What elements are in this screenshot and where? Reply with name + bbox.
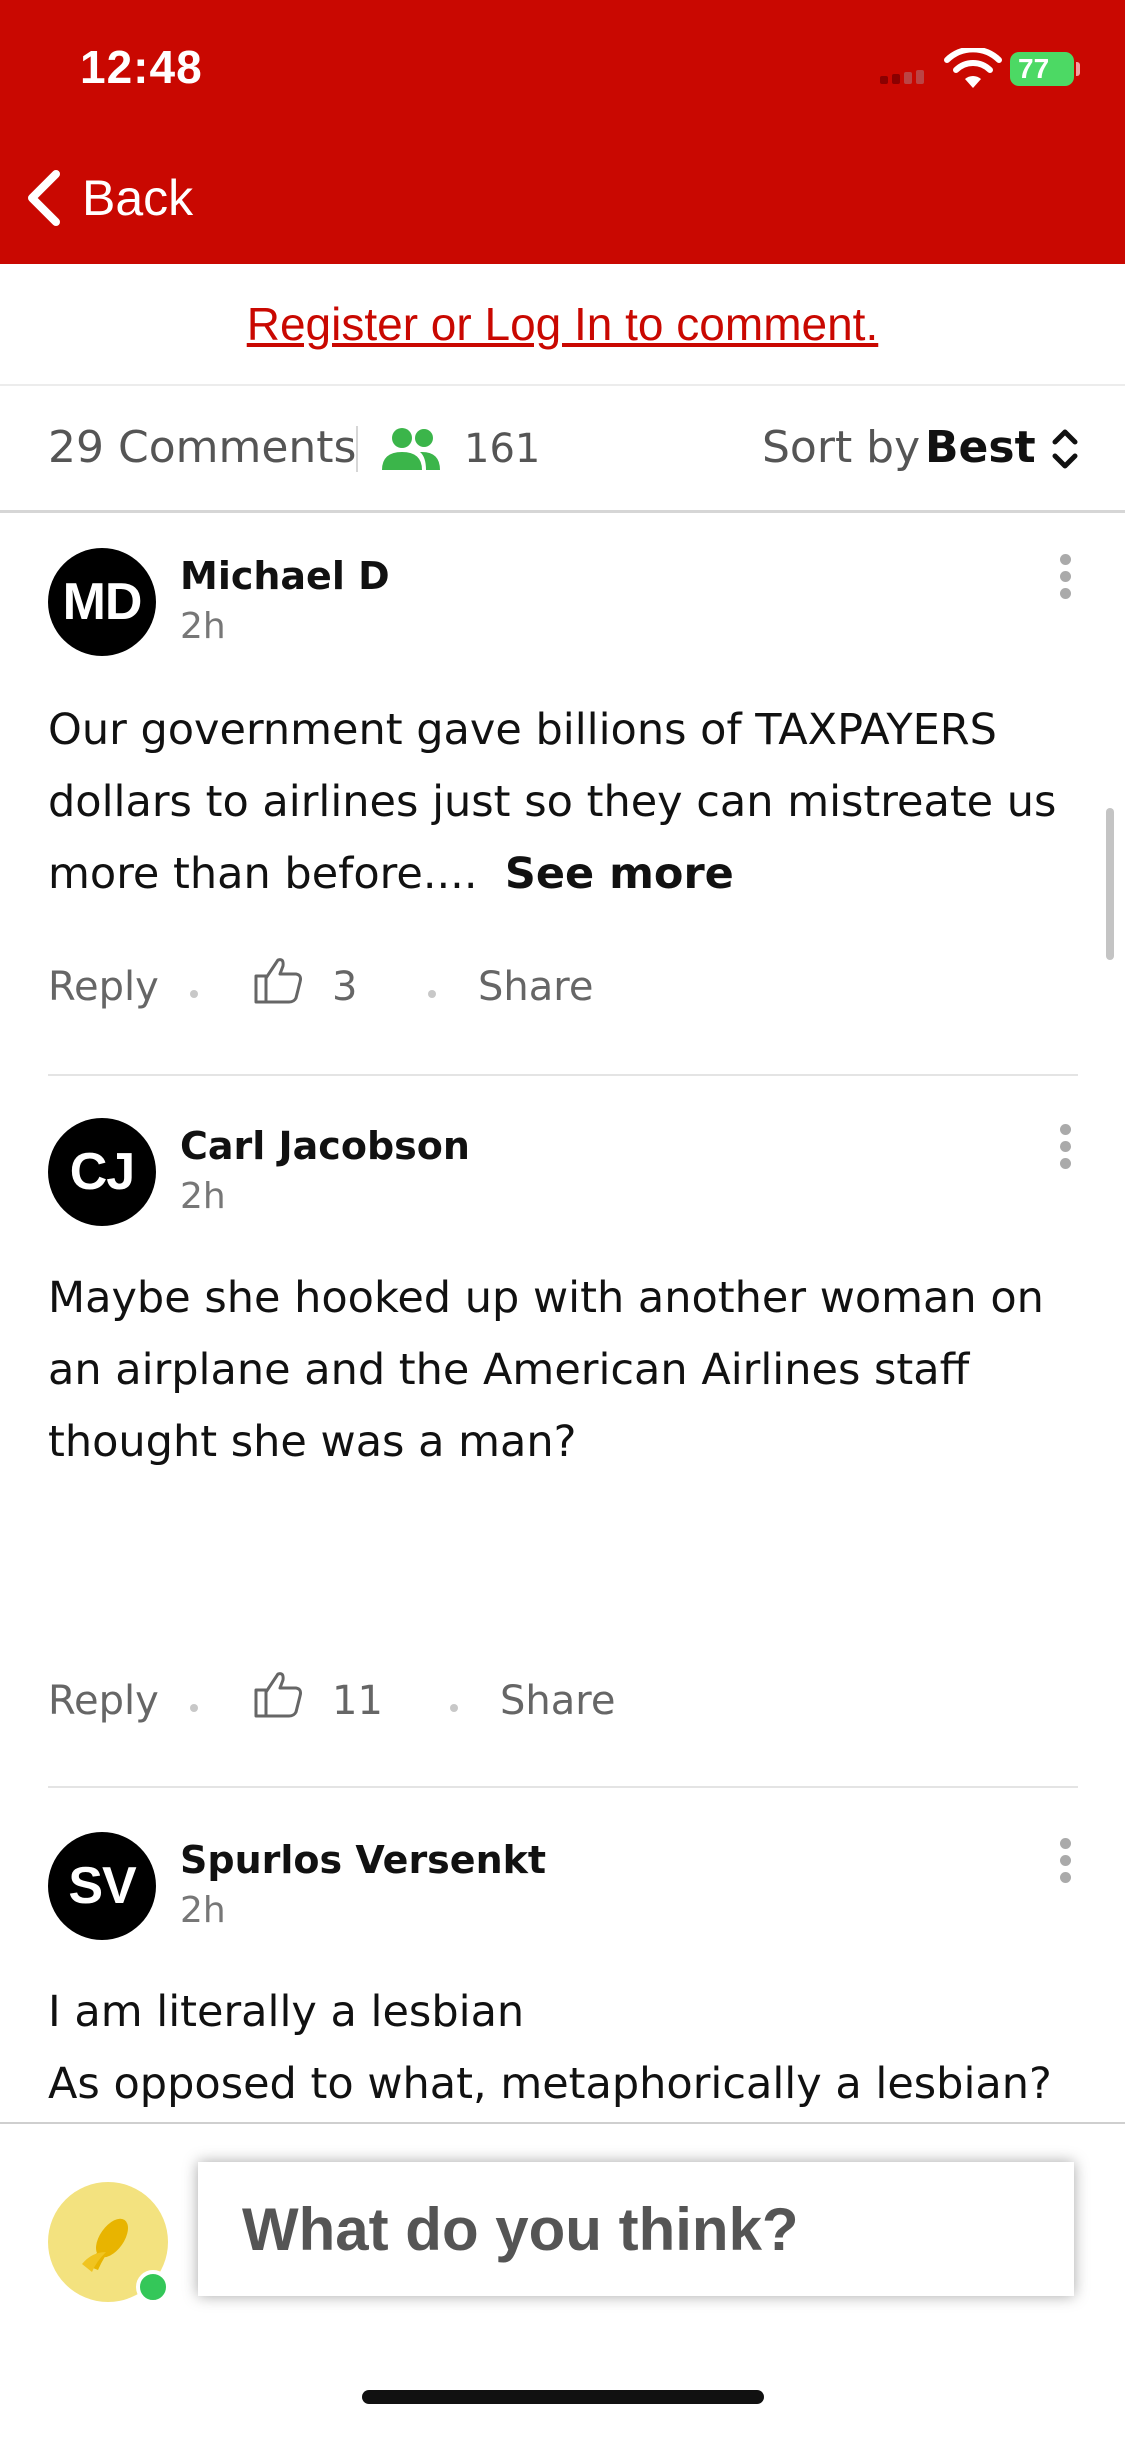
sort-chevrons-icon[interactable] (1050, 424, 1080, 474)
status-time: 12:48 (80, 41, 203, 93)
reply-button[interactable]: Reply (48, 1678, 159, 1724)
comment-input-placeholder: What do you think? (242, 2195, 799, 2263)
comment-author[interactable]: Spurlos Versenkt (180, 1838, 546, 1882)
comment-author[interactable]: Michael D (180, 554, 390, 598)
cellular-signal-icon (880, 70, 936, 84)
wifi-icon (944, 48, 1002, 88)
viewers-count: 161 (464, 426, 541, 472)
avatar[interactable]: CJ (48, 1118, 156, 1226)
comment-body: I am literally a lesbian As opposed to w… (48, 1976, 1078, 2120)
comment-time: 2h (180, 1890, 226, 1931)
meta-divider (356, 426, 358, 472)
back-chevron-icon (28, 170, 60, 226)
home-indicator[interactable] (362, 2390, 764, 2404)
app-header: 12:48 77 Back (0, 0, 1125, 264)
back-label: Back (82, 170, 194, 226)
comment-divider (48, 1074, 1078, 1076)
action-separator-dot (190, 990, 198, 998)
reply-button[interactable]: Reply (48, 964, 159, 1010)
comment-text-line: I am literally a lesbian (48, 1987, 525, 2037)
register-bar: Register or Log In to comment. (0, 264, 1125, 386)
comment-author[interactable]: Carl Jacobson (180, 1124, 470, 1168)
action-separator-dot (428, 990, 436, 998)
like-count: 3 (332, 964, 358, 1010)
comment-actions: Reply 11 Share (48, 1672, 1048, 1738)
comment-time: 2h (180, 606, 226, 647)
comment-body: Maybe she hooked up with another woman o… (48, 1262, 1078, 1478)
thumbs-up-icon[interactable] (252, 954, 304, 1006)
comments-count: 29 Comments (48, 422, 357, 473)
like-count: 11 (332, 1678, 383, 1724)
people-icon (382, 428, 440, 470)
back-button[interactable]: Back (24, 160, 193, 236)
comment-actions: Reply 3 Share (48, 958, 1048, 1024)
online-status-dot (136, 2270, 170, 2304)
battery-tip (1076, 62, 1080, 76)
thumbs-up-icon[interactable] (252, 1668, 304, 1720)
see-more-link[interactable]: See more (505, 849, 734, 899)
share-button[interactable]: Share (500, 1678, 615, 1724)
avatar[interactable]: MD (48, 548, 156, 656)
action-separator-dot (450, 1704, 458, 1712)
register-login-link[interactable]: Register or Log In to comment. (247, 297, 879, 351)
scrollbar[interactable] (1106, 808, 1114, 960)
comment-divider (48, 1786, 1078, 1788)
comment-text-line: As opposed to what, metaphorically a les… (48, 2059, 1052, 2109)
comment-time: 2h (180, 1176, 226, 1217)
sort-label: Sort by (762, 422, 921, 473)
battery-icon: 77 (1010, 52, 1074, 86)
share-button[interactable]: Share (478, 964, 593, 1010)
comments-meta-bar: 29 Comments 161 Sort by Best (0, 386, 1125, 513)
avatar[interactable]: SV (48, 1832, 156, 1940)
comment-body: Our government gave billions of TAXPAYER… (48, 694, 1078, 910)
sort-value[interactable]: Best (925, 422, 1036, 473)
more-options-icon[interactable] (1054, 1838, 1076, 1892)
more-options-icon[interactable] (1054, 554, 1076, 608)
comment-input[interactable]: What do you think? (198, 2162, 1074, 2296)
comment-text: Maybe she hooked up with another woman o… (48, 1273, 1044, 1467)
action-separator-dot (190, 1704, 198, 1712)
more-options-icon[interactable] (1054, 1124, 1076, 1178)
